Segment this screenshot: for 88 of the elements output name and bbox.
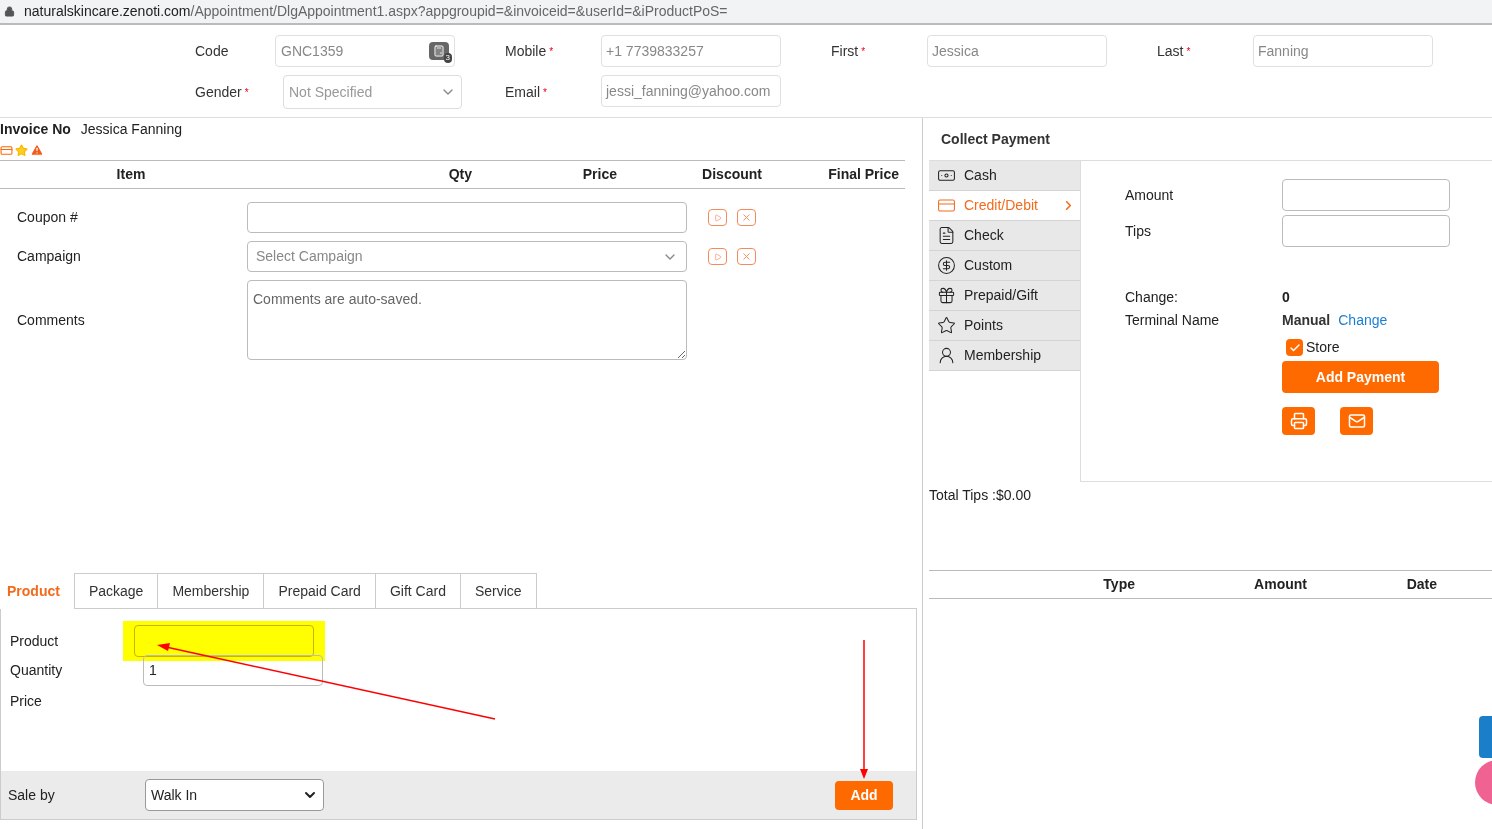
row-label: Campaign: [16, 247, 82, 266]
text-field[interactable]: +1 7739833257: [601, 35, 781, 67]
url-text[interactable]: naturalskincare.zenoti.com/Appointment/DlgAppointment1.aspx?appgroupid=&invoiceid=&userId=&iProductPoS=: [24, 1, 728, 22]
coupon-field[interactable]: [247, 202, 687, 233]
store-label: Store: [1306, 338, 1340, 357]
store-checkbox[interactable]: [1286, 339, 1303, 356]
envelope-icon: [1347, 412, 1366, 430]
comments-field[interactable]: Comments are auto-saved.: [247, 280, 687, 360]
play-icon: [713, 252, 722, 261]
field-label: Last *: [1157, 41, 1192, 61]
clear-button[interactable]: [737, 248, 756, 265]
text-field[interactable]: Fanning: [1253, 35, 1433, 67]
invoice-label: Invoice No: [0, 120, 71, 139]
change-value: 0: [1282, 288, 1291, 307]
apply-button[interactable]: [708, 248, 727, 265]
close-icon: [741, 212, 752, 223]
tab[interactable]: Prepaid Card: [263, 573, 375, 608]
code-field[interactable]: GNC1359 3: [275, 35, 455, 67]
terminal-value: Manual: [1282, 311, 1331, 330]
field-label: Tips: [1125, 221, 1152, 241]
column-header: Amount: [1254, 575, 1307, 594]
field-label: Amount: [1125, 185, 1175, 205]
column-header: Final Price: [828, 165, 900, 184]
tab[interactable]: Membership: [157, 573, 264, 608]
required-mark: *: [244, 85, 249, 100]
payment-method[interactable]: Membership: [929, 341, 1080, 371]
total-tips: Total Tips :$0.00: [929, 486, 1031, 505]
checkmark-icon: [1288, 341, 1301, 354]
payment-method[interactable]: Prepaid/Gift: [929, 281, 1080, 311]
document-icon: [937, 226, 956, 245]
quantity-field[interactable]: 1: [143, 655, 323, 686]
column-header: Type: [1103, 575, 1135, 594]
column-header: Date: [1406, 575, 1437, 594]
clear-button[interactable]: [737, 209, 756, 226]
field-label: First *: [831, 41, 867, 61]
required-mark: *: [861, 44, 866, 59]
row-label: Coupon #: [16, 208, 79, 227]
star-icon: [15, 143, 28, 157]
field-label: Code: [195, 41, 230, 61]
amount-field[interactable]: [1282, 179, 1450, 211]
section-title: Collect Payment: [941, 129, 1050, 149]
column-header: Price: [582, 165, 618, 184]
row-label: Price: [10, 692, 42, 711]
tab[interactable]: Package: [73, 573, 158, 608]
printer-icon: [1289, 412, 1308, 430]
sale-by-select[interactable]: Walk In: [145, 779, 324, 811]
row-label: Sale by: [8, 785, 56, 805]
warning-icon: [30, 143, 44, 157]
text-field[interactable]: Jessica: [927, 35, 1107, 67]
tips-field[interactable]: [1282, 215, 1450, 247]
apply-button[interactable]: [708, 209, 727, 226]
required-mark: *: [1186, 44, 1191, 59]
customer-name: Jessica Fanning: [80, 120, 182, 139]
row-label: Quantity: [10, 661, 64, 680]
change-link[interactable]: Change: [1338, 310, 1388, 331]
card-icon: [0, 143, 13, 157]
campaign-select[interactable]: Select Campaign: [247, 241, 687, 272]
column-header: Item: [116, 165, 146, 184]
payment-method[interactable]: Check: [929, 221, 1080, 251]
row-label: Comments: [16, 310, 86, 330]
keypad-icon[interactable]: 3: [429, 42, 449, 60]
gift-card-icon: [937, 286, 956, 305]
payment-method[interactable]: Cash: [929, 161, 1080, 191]
play-icon: [713, 213, 722, 222]
email-button[interactable]: [1340, 407, 1373, 435]
tab[interactable]: Gift Card: [374, 573, 460, 608]
field-label: Email *: [505, 82, 548, 102]
row-label: Product: [10, 631, 60, 651]
field-label: Terminal Name: [1125, 311, 1221, 330]
payment-method[interactable]: Points: [929, 311, 1080, 341]
field-label: Gender *: [195, 82, 250, 102]
print-button[interactable]: [1282, 407, 1315, 435]
dollar-coin-icon: [937, 256, 956, 275]
field-label: Mobile *: [505, 41, 555, 61]
required-mark: *: [543, 85, 547, 100]
product-field[interactable]: [134, 625, 314, 657]
close-icon: [741, 251, 752, 262]
credit-card-icon: [937, 196, 956, 215]
person-icon: [937, 346, 956, 365]
lock-icon: [4, 6, 15, 17]
payment-method[interactable]: Custom: [929, 251, 1080, 281]
column-header: Discount: [702, 165, 763, 184]
text-field[interactable]: jessi_fanning@yahoo.com: [601, 75, 781, 107]
column-header: Qty: [448, 165, 473, 184]
tab[interactable]: Service: [459, 573, 537, 608]
required-mark: *: [549, 44, 554, 59]
star-icon: [937, 316, 956, 335]
field-label: Change:: [1125, 288, 1179, 307]
